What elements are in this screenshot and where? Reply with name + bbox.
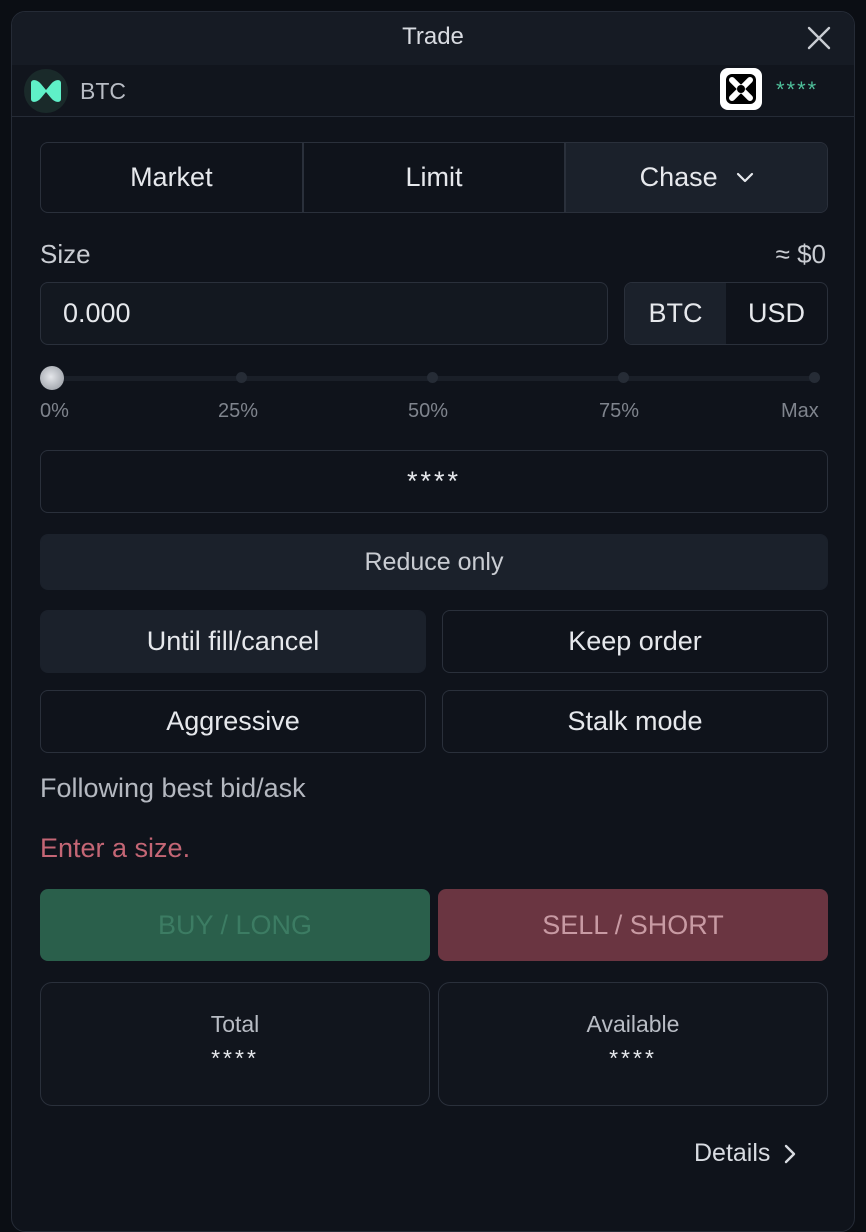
tab-market[interactable]: Market: [41, 143, 302, 212]
slider-tick: [809, 372, 820, 383]
asset-name: BTC: [80, 78, 126, 104]
size-label: Size: [40, 239, 91, 269]
available-value: ****: [609, 1045, 657, 1071]
slider-tick: [236, 372, 247, 383]
tab-limit[interactable]: Limit: [301, 143, 565, 212]
keep-order-button[interactable]: Keep order: [442, 610, 828, 673]
tab-chase-label: Chase: [639, 162, 718, 192]
size-approx-value: ≈ $0: [775, 239, 826, 269]
until-fill-cancel-button[interactable]: Until fill/cancel: [40, 610, 426, 673]
available-card: Available ****: [438, 982, 828, 1106]
slider-label-75: 75%: [599, 400, 640, 422]
unit-btc-button[interactable]: BTC: [625, 283, 726, 344]
slider-label-50: 50%: [408, 400, 449, 422]
details-label: Details: [694, 1139, 771, 1167]
buy-long-button[interactable]: BUY / LONG: [40, 889, 430, 961]
unit-toggle: BTC USD: [624, 282, 828, 345]
chase-hint: Following best bid/ask: [40, 773, 306, 803]
slider-label-25: 25%: [218, 400, 259, 422]
available-label: Available: [586, 1011, 680, 1037]
details-link[interactable]: Details: [694, 1139, 796, 1168]
size-slider[interactable]: [40, 364, 828, 394]
slider-tick: [618, 372, 629, 383]
masked-field[interactable]: ****: [40, 450, 828, 513]
tab-limit-label: Limit: [405, 162, 463, 192]
size-input[interactable]: 0.000: [40, 282, 608, 345]
sell-short-button[interactable]: SELL / SHORT: [438, 889, 828, 961]
chevron-down-icon: [736, 172, 753, 182]
slider-label-0: 0%: [40, 400, 69, 422]
account-masked: ****: [776, 77, 819, 102]
reduce-only-button[interactable]: Reduce only: [40, 534, 828, 590]
tab-chase[interactable]: Chase: [564, 143, 827, 212]
slider-label-max: Max: [781, 400, 819, 422]
aggressive-button[interactable]: Aggressive: [40, 690, 426, 753]
asset-bar: BTC ****: [12, 65, 854, 117]
order-type-tabs: Market Limit Chase: [40, 142, 828, 213]
title-bar: Trade: [12, 12, 854, 65]
trade-window: Trade BTC **** Market Limit Chase Size ≈…: [11, 11, 855, 1232]
total-label: Total: [210, 1011, 260, 1037]
size-error: Enter a size.: [40, 833, 191, 863]
slider-thumb[interactable]: [40, 366, 64, 390]
close-icon[interactable]: [806, 25, 832, 51]
asset-logo-icon: [24, 69, 68, 113]
chevron-right-icon: [785, 1144, 796, 1163]
tab-market-label: Market: [130, 162, 213, 192]
total-card: Total ****: [40, 982, 430, 1106]
exchange-logo-icon: [720, 68, 762, 110]
slider-tick: [427, 372, 438, 383]
unit-usd-button[interactable]: USD: [726, 283, 827, 344]
window-title: Trade: [402, 23, 464, 50]
stalk-mode-button[interactable]: Stalk mode: [442, 690, 828, 753]
total-value: ****: [211, 1045, 259, 1071]
